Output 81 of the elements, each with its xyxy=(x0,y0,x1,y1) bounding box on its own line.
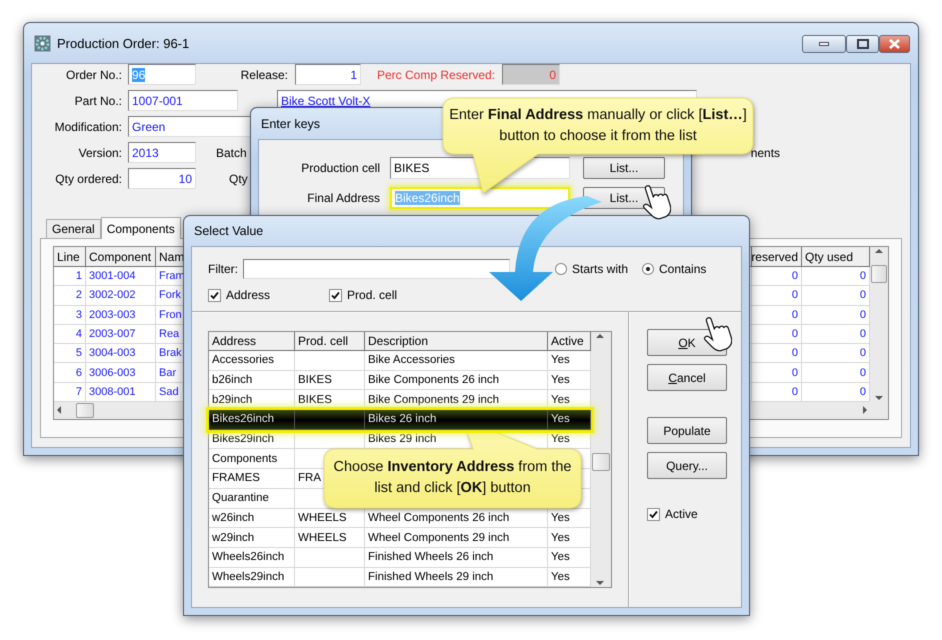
tab[interactable]: Components xyxy=(100,217,181,239)
table-cell xyxy=(295,568,365,588)
table-cell: Bike Accessories xyxy=(365,351,548,371)
radio-button[interactable] xyxy=(642,263,654,275)
table-cell: Wheels26inch xyxy=(209,548,295,568)
field-label: Qty ordered: xyxy=(54,172,122,186)
table-cell: Wheels29inch xyxy=(209,568,295,588)
table-cell: Bike Components 26 inch xyxy=(365,370,548,390)
hand-cursor-icon xyxy=(641,184,671,220)
table-cell: Bikes29inch xyxy=(209,430,295,450)
field-label: Part No.: xyxy=(74,94,122,108)
field-label: Production cell xyxy=(300,161,380,175)
hand-cursor-icon xyxy=(702,316,732,352)
text-field[interactable]: 1 xyxy=(295,64,361,85)
field-label: Version: xyxy=(78,146,122,160)
gear-icon xyxy=(34,34,51,52)
field-label: Qty xyxy=(229,172,248,186)
table-cell: Wheel Components 29 inch xyxy=(365,528,548,548)
table-cell: Bikes26inch xyxy=(209,410,295,430)
column-header[interactable]: Description xyxy=(365,332,548,351)
field-label: Batch xyxy=(216,146,247,160)
field-label: Perc Comp Reserved: xyxy=(377,68,495,82)
table-cell: BIKES xyxy=(295,370,365,390)
selected-row[interactable]: Bikes26inch Bikes 26 inch Yes xyxy=(209,410,591,430)
table-cell: w29inch xyxy=(209,528,295,548)
scrollbar[interactable] xyxy=(591,332,611,587)
minimize-icon xyxy=(819,42,829,46)
maximize-icon xyxy=(856,39,868,49)
table-cell: Components xyxy=(209,449,295,470)
table-cell: FRAMES xyxy=(209,469,295,489)
column-header[interactable]: Qty used xyxy=(802,247,870,267)
radio-label[interactable]: Starts with xyxy=(572,262,628,276)
dialog-button[interactable]: Query... xyxy=(647,452,727,479)
text-field[interactable]: 1007-001 xyxy=(128,90,238,111)
field-label: Filter: xyxy=(208,262,239,276)
table-cell: WHEELS xyxy=(295,528,365,548)
callout-text: Enter Final Address manually or click [List…] button to choose it from the list xyxy=(449,106,747,146)
list-button[interactable]: List... xyxy=(583,157,665,179)
table-cell xyxy=(295,548,365,568)
checkbox-label[interactable]: Prod. cell xyxy=(347,288,398,302)
table-cell xyxy=(295,410,365,430)
column-header[interactable]: Active xyxy=(548,332,591,351)
checkbox[interactable] xyxy=(647,508,660,520)
checkbox[interactable] xyxy=(329,288,342,302)
field-label: Final Address xyxy=(306,191,380,205)
checkbox-label[interactable]: Address xyxy=(226,288,270,302)
table-cell: Finished Wheels 26 inch xyxy=(365,548,548,568)
field-label: Release: xyxy=(240,68,288,82)
maximize-button[interactable] xyxy=(846,35,879,53)
dialog-title: Select Value xyxy=(194,224,264,238)
column-header[interactable]: Address xyxy=(209,332,295,351)
field-label: Order No.: xyxy=(64,68,122,82)
window-title: Production Order: 96-1 xyxy=(57,36,190,50)
table-cell: Accessories xyxy=(209,351,295,371)
minimize-button[interactable] xyxy=(802,35,846,53)
checkbox[interactable] xyxy=(208,288,221,302)
scrollbar[interactable] xyxy=(870,247,888,402)
radio-button[interactable] xyxy=(555,263,567,275)
column-header[interactable]: Prod. cell xyxy=(295,332,365,351)
table-cell: Bikes 26 inch xyxy=(365,410,548,430)
radio-label[interactable]: Contains xyxy=(659,262,706,276)
close-icon xyxy=(889,39,900,49)
table-cell: Quarantine xyxy=(209,488,295,508)
filter-field[interactable] xyxy=(243,259,510,279)
dialog-button[interactable]: Populate xyxy=(647,417,727,444)
table-cell: Finished Wheels 29 inch xyxy=(365,568,548,588)
field-label: nents xyxy=(750,146,780,160)
tab[interactable]: General xyxy=(46,219,101,238)
checkbox-label[interactable]: Active xyxy=(665,507,698,521)
text-field[interactable]: 2013 xyxy=(128,142,196,163)
close-button[interactable] xyxy=(879,35,910,53)
table-cell: Yes xyxy=(548,410,591,430)
table-cell: b26inch xyxy=(209,370,295,390)
column-header[interactable]: reserved xyxy=(752,247,802,267)
table-cell: w26inch xyxy=(209,508,295,528)
text-field[interactable]: 10 xyxy=(128,168,196,189)
column-header[interactable]: Line xyxy=(54,247,86,267)
dialog-button[interactable]: Cancel xyxy=(647,364,727,391)
field-label: Modification: xyxy=(54,120,122,134)
table-cell xyxy=(295,351,365,371)
column-header[interactable]: Component xyxy=(86,247,156,267)
